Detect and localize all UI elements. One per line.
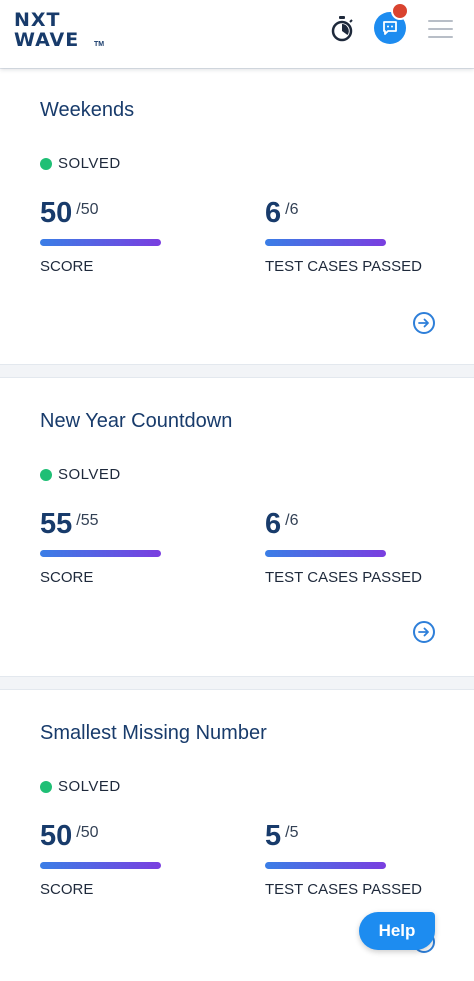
solved-dot-icon bbox=[40, 157, 52, 170]
tests-label: TEST CASES PASSED bbox=[265, 881, 422, 898]
solved-dot-icon bbox=[40, 468, 52, 481]
score-total: /55 bbox=[76, 512, 99, 529]
open-problem-button[interactable] bbox=[413, 312, 435, 334]
score-progress-bar bbox=[40, 239, 161, 246]
score-label: SCORE bbox=[40, 881, 94, 898]
status-badge: SOLVED bbox=[40, 778, 121, 795]
tests-total: /5 bbox=[285, 824, 299, 841]
score-progress-bar bbox=[40, 862, 161, 869]
tests-metric: 5/5 TEST CASES PASSED bbox=[265, 820, 455, 898]
tests-metric: 6/6 TEST CASES PASSED bbox=[265, 508, 455, 586]
solved-dot-icon bbox=[40, 780, 52, 793]
tests-metric: 6/6 TEST CASES PASSED bbox=[265, 197, 455, 275]
status-badge: SOLVED bbox=[40, 155, 121, 172]
score-value: 50 bbox=[40, 197, 73, 229]
problem-title: New Year Countdown bbox=[40, 410, 233, 432]
score-metric: 55/55 SCORE bbox=[40, 508, 230, 586]
status-badge: SOLVED bbox=[40, 466, 121, 483]
app-header: NXT WAVE TM bbox=[0, 0, 474, 68]
tests-progress-bar bbox=[265, 550, 386, 557]
score-total: /50 bbox=[76, 824, 99, 841]
status-text: SOLVED bbox=[58, 466, 121, 483]
tests-value: 6 bbox=[265, 508, 282, 540]
score-label: SCORE bbox=[40, 569, 94, 586]
arrow-right-icon bbox=[418, 318, 429, 328]
score-metric: 50/50 SCORE bbox=[40, 197, 230, 275]
score-metric: 50/50 SCORE bbox=[40, 820, 230, 898]
timer-icon[interactable] bbox=[330, 16, 354, 42]
tests-label: TEST CASES PASSED bbox=[265, 569, 422, 586]
tests-total: /6 bbox=[285, 201, 299, 218]
open-problem-button[interactable] bbox=[413, 621, 435, 643]
menu-icon[interactable] bbox=[428, 20, 453, 38]
tests-total: /6 bbox=[285, 512, 299, 529]
status-text: SOLVED bbox=[58, 778, 121, 795]
problem-card: Weekends SOLVED 50/50 SCORE 6/6 TEST CAS… bbox=[0, 68, 474, 365]
chat-icon bbox=[383, 21, 397, 35]
score-total: /50 bbox=[76, 201, 99, 218]
help-button[interactable]: Help bbox=[359, 912, 435, 950]
tests-label: TEST CASES PASSED bbox=[265, 258, 422, 275]
score-value: 50 bbox=[40, 820, 73, 852]
logo-line-2: WAVE bbox=[14, 29, 80, 51]
tests-value: 5 bbox=[265, 820, 282, 852]
tests-progress-bar bbox=[265, 862, 386, 869]
status-text: SOLVED bbox=[58, 155, 121, 172]
notification-badge bbox=[391, 2, 409, 20]
score-label: SCORE bbox=[40, 258, 94, 275]
score-value: 55 bbox=[40, 508, 73, 540]
score-progress-bar bbox=[40, 550, 161, 557]
tests-value: 6 bbox=[265, 197, 282, 229]
problem-card: New Year Countdown SOLVED 55/55 SCORE 6/… bbox=[0, 377, 474, 677]
problem-title: Weekends bbox=[40, 99, 135, 121]
logo-trademark: TM bbox=[94, 41, 105, 48]
arrow-right-icon bbox=[418, 627, 429, 637]
nxtwave-logo[interactable]: NXT WAVE TM bbox=[14, 10, 104, 54]
logo-line-1: NXT bbox=[14, 9, 61, 31]
tests-progress-bar bbox=[265, 239, 386, 246]
problem-title: Smallest Missing Number bbox=[40, 722, 267, 744]
